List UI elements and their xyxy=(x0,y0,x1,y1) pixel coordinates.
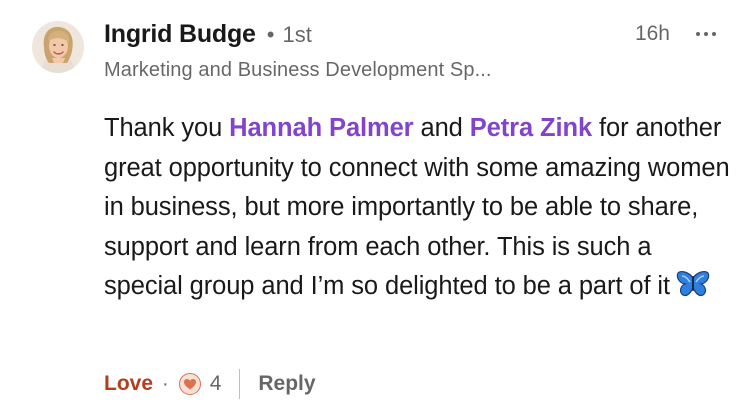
comment-header: Ingrid Budge • 1st Marketing and Busines… xyxy=(104,20,712,82)
more-options-icon[interactable] xyxy=(696,28,716,40)
love-reaction-button[interactable]: Love xyxy=(104,372,153,396)
heart-love-icon[interactable] xyxy=(178,373,201,395)
mention-link-hannah-palmer[interactable]: Hannah Palmer xyxy=(229,114,413,142)
reply-button[interactable]: Reply xyxy=(258,372,315,396)
timestamp: 16h xyxy=(634,22,670,45)
comment-meta: 16h xyxy=(635,22,716,46)
author-row: Ingrid Budge • 1st xyxy=(104,20,712,58)
connection-degree: 1st xyxy=(282,22,312,47)
butterfly-icon xyxy=(676,270,710,311)
author-headline: Marketing and Business Development Sp... xyxy=(104,59,492,81)
bullet-separator: • xyxy=(266,22,275,47)
actions-divider xyxy=(239,369,241,399)
avatar[interactable] xyxy=(32,21,84,73)
author-name[interactable]: Ingrid Budge xyxy=(104,20,256,49)
comment-item: Ingrid Budge • 1st Marketing and Busines… xyxy=(0,0,752,416)
body-text-segment: and xyxy=(413,114,470,142)
comment-body: Thank you Hannah Palmer and Petra Zink f… xyxy=(104,109,734,311)
reaction-count[interactable]: 4 xyxy=(210,372,222,396)
avatar-image xyxy=(32,21,84,73)
comment-actions: Love · 4 Reply xyxy=(104,366,316,402)
dot-separator: · xyxy=(162,372,169,395)
body-text-segment: Thank you xyxy=(104,114,230,142)
mention-link-petra-zink[interactable]: Petra Zink xyxy=(470,114,592,142)
